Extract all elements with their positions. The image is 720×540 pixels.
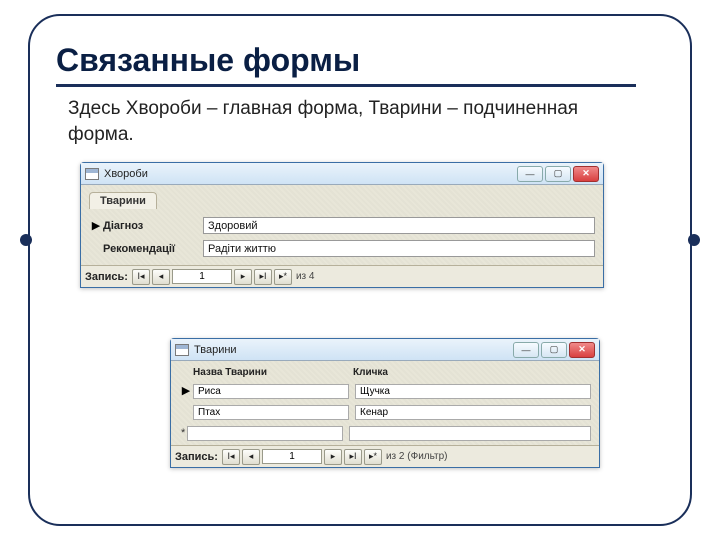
nav-first-button[interactable]: I◂ bbox=[222, 449, 240, 465]
window-title: Тварини bbox=[194, 344, 237, 356]
decor-dot bbox=[688, 234, 700, 246]
nav-position[interactable]: 1 bbox=[262, 449, 322, 464]
minimize-button[interactable]: — bbox=[513, 342, 539, 358]
form-body: Тварини ▶ Діагноз Рекомендації bbox=[81, 185, 603, 265]
field-label-recommend: Рекомендації bbox=[103, 243, 203, 255]
nav-next-button[interactable]: ▸ bbox=[234, 269, 252, 285]
form-icon bbox=[175, 344, 189, 356]
cell-nick-1[interactable] bbox=[355, 384, 591, 399]
nav-new-button[interactable]: ▸* bbox=[364, 449, 382, 465]
window-title: Хвороби bbox=[104, 168, 148, 180]
titlebar-hvoroby[interactable]: Хвороби — ▢ ✕ bbox=[81, 163, 603, 185]
nav-first-button[interactable]: I◂ bbox=[132, 269, 150, 285]
close-button[interactable]: ✕ bbox=[569, 342, 595, 358]
form-body: Назва Тварини Кличка ▶ * bbox=[171, 361, 599, 445]
window-hvoroby: Хвороби — ▢ ✕ Тварини ▶ Діагноз Рекоменд… bbox=[80, 162, 604, 288]
record-selector-icon[interactable]: ▶ bbox=[89, 219, 103, 232]
minimize-button[interactable]: — bbox=[517, 166, 543, 182]
cell-name-new[interactable] bbox=[187, 426, 343, 441]
cell-name-2[interactable] bbox=[193, 405, 349, 420]
field-input-diagnosis[interactable] bbox=[203, 217, 595, 234]
cell-nick-2[interactable] bbox=[355, 405, 591, 420]
field-input-recommend[interactable] bbox=[203, 240, 595, 257]
nav-next-button[interactable]: ▸ bbox=[324, 449, 342, 465]
tab-tvaryny[interactable]: Тварини bbox=[89, 192, 157, 209]
nav-new-button[interactable]: ▸* bbox=[274, 269, 292, 285]
record-selector-icon[interactable]: ▶ bbox=[179, 384, 193, 397]
nav-label: Запись: bbox=[85, 271, 128, 283]
record-navigator: Запись: I◂ ◂ 1 ▸ ▸I ▸* из 2 (Фильтр) bbox=[171, 445, 599, 467]
nav-prev-button[interactable]: ◂ bbox=[152, 269, 170, 285]
titlebar-tvaryny[interactable]: Тварини — ▢ ✕ bbox=[171, 339, 599, 361]
nav-position[interactable]: 1 bbox=[172, 269, 232, 284]
slide-description: Здесь Хвороби – главная форма, Тварини –… bbox=[68, 96, 628, 147]
nav-last-button[interactable]: ▸I bbox=[254, 269, 272, 285]
cell-nick-new[interactable] bbox=[349, 426, 591, 441]
decor-dot bbox=[20, 234, 32, 246]
col-header-name: Назва Тварини bbox=[193, 367, 353, 378]
record-navigator: Запись: I◂ ◂ 1 ▸ ▸I ▸* из 4 bbox=[81, 265, 603, 287]
nav-prev-button[interactable]: ◂ bbox=[242, 449, 260, 465]
cell-name-1[interactable] bbox=[193, 384, 349, 399]
nav-last-button[interactable]: ▸I bbox=[344, 449, 362, 465]
close-button[interactable]: ✕ bbox=[573, 166, 599, 182]
title-underline bbox=[56, 84, 636, 87]
window-tvaryny: Тварини — ▢ ✕ Назва Тварини Кличка ▶ * bbox=[170, 338, 600, 468]
nav-total: из 2 (Фильтр) bbox=[386, 451, 448, 462]
slide-title: Связанные формы bbox=[56, 42, 360, 79]
field-label-diagnosis: Діагноз bbox=[103, 220, 203, 232]
new-record-marker[interactable]: * bbox=[181, 427, 185, 439]
maximize-button[interactable]: ▢ bbox=[541, 342, 567, 358]
form-icon bbox=[85, 168, 99, 180]
nav-label: Запись: bbox=[175, 451, 218, 463]
nav-total: из 4 bbox=[296, 271, 315, 282]
col-header-nick: Кличка bbox=[353, 367, 591, 378]
maximize-button[interactable]: ▢ bbox=[545, 166, 571, 182]
